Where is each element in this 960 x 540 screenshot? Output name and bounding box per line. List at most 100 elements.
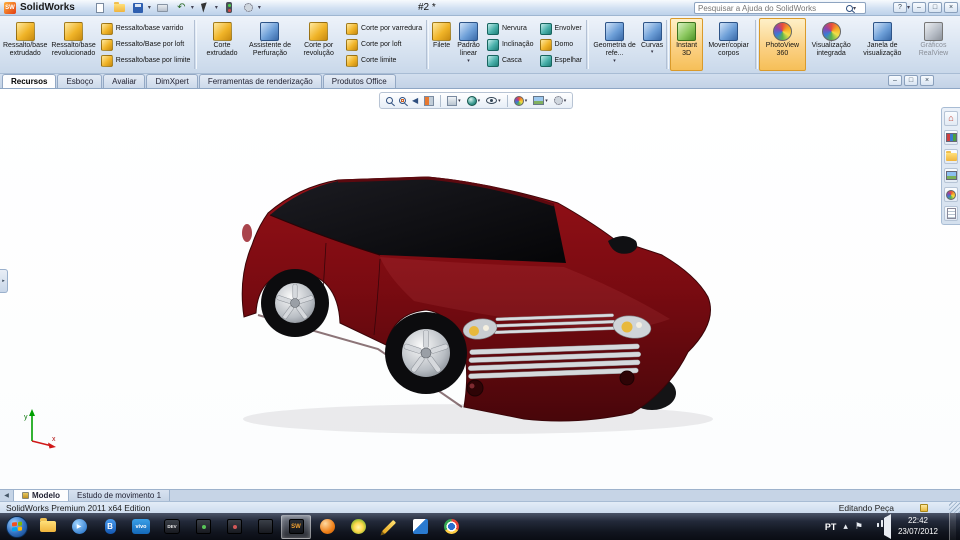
swept-cut-button[interactable]: Corte por varredura <box>343 21 425 36</box>
taskbar-pencil-app-button[interactable] <box>374 515 404 539</box>
taskbar-media-player-button[interactable]: ▶ <box>64 515 94 539</box>
taskbar-dev-button[interactable]: DEV <box>157 515 187 539</box>
appearances-scenes-tab[interactable] <box>944 187 958 202</box>
instant3d-button[interactable]: Instant 3D <box>670 18 704 71</box>
linear-pattern-button[interactable]: Padrão linear ▾ <box>453 18 484 71</box>
integrated-preview-button[interactable]: Visualização integrada <box>806 18 857 71</box>
search-icon[interactable] <box>846 4 853 12</box>
curves-button[interactable]: Curvas ▾ <box>639 18 665 71</box>
move-copy-bodies-button[interactable]: Mover/copiar corpos <box>703 18 754 71</box>
hide-show-items-button[interactable]: ▾ <box>484 96 503 105</box>
preview-window-button[interactable]: Janela de visualização <box>857 18 908 71</box>
taskbar-app-dark-1-button[interactable] <box>188 515 218 539</box>
resize-grip[interactable] <box>949 502 960 513</box>
new-document-button[interactable] <box>93 1 108 15</box>
swept-boss-button[interactable]: Ressalto/base varrido <box>98 21 194 36</box>
zoom-area-button[interactable] <box>397 96 408 105</box>
lofted-boss-button[interactable]: Ressalto/Base por loft <box>98 37 194 52</box>
restore-doc-button[interactable]: □ <box>904 75 918 86</box>
extruded-cut-button[interactable]: Corte extrudado <box>198 18 245 71</box>
draft-button[interactable]: Inclinação <box>484 37 537 52</box>
print-button[interactable] <box>155 1 170 15</box>
view-orientation-button[interactable]: ▾ <box>445 95 463 107</box>
view-palette-tab[interactable] <box>944 168 958 183</box>
design-library-tab[interactable] <box>944 130 958 145</box>
revolved-boss-button[interactable]: Ressalto/base revolucionado <box>49 18 97 71</box>
wrap-button[interactable]: Envolver <box>537 21 586 36</box>
taskbar-app-dark-2-button[interactable] <box>219 515 249 539</box>
rib-button[interactable]: Nervura <box>484 21 537 36</box>
minimize-doc-button[interactable]: – <box>888 75 902 86</box>
file-explorer-tab[interactable] <box>944 149 958 164</box>
taskbar-explorer-button[interactable] <box>33 515 63 539</box>
show-desktop-button[interactable] <box>949 513 956 540</box>
lofted-cut-button[interactable]: Corte por loft <box>343 37 425 52</box>
taskbar-vivo-button[interactable]: vivo <box>126 515 156 539</box>
rebuild-button[interactable] <box>222 1 237 15</box>
linear-pattern-caret-icon[interactable]: ▾ <box>467 58 470 64</box>
restore-app-button[interactable]: □ <box>928 2 942 13</box>
model-tab[interactable]: Modelo <box>14 490 69 501</box>
taskbar-orange-app-button[interactable] <box>312 515 342 539</box>
motion-study-tab[interactable]: Estudo de movimento 1 <box>69 490 171 501</box>
reference-geometry-button[interactable]: Geometria de refe... ▾ <box>590 18 639 71</box>
search-input[interactable] <box>698 3 844 13</box>
select-button[interactable] <box>198 1 213 15</box>
shell-button[interactable]: Casca <box>484 53 537 68</box>
boundary-cut-button[interactable]: Corte limite <box>343 53 425 68</box>
photoview360-button[interactable]: PhotoView 360 <box>759 18 806 71</box>
apply-scene-button[interactable]: ▾ <box>531 95 550 106</box>
action-center-flag-icon[interactable]: ⚑ <box>855 522 863 531</box>
taskbar-bluetooth-button[interactable]: B <box>95 515 125 539</box>
tab-ferramentas-renderizacao[interactable]: Ferramentas de renderização <box>198 74 322 88</box>
car-model-3d[interactable] <box>228 167 728 447</box>
section-view-button[interactable] <box>422 95 436 107</box>
taskbar-blue-white-app-button[interactable] <box>405 515 435 539</box>
undo-caret-icon[interactable]: ▾ <box>191 4 194 11</box>
status-note-icon[interactable] <box>920 503 928 512</box>
graphics-area[interactable]: ◀ ▾ ▾ ▾ ▾ ▾ ▾ y x ▸ ⌂ <box>0 89 960 489</box>
revolved-cut-button[interactable]: Corte por revolução <box>294 18 343 71</box>
open-button[interactable] <box>112 1 127 15</box>
tab-produtos-office[interactable]: Produtos Office <box>322 74 396 88</box>
undo-button[interactable]: ↶ <box>174 1 189 15</box>
curves-caret-icon[interactable]: ▾ <box>651 50 654 55</box>
close-app-button[interactable]: × <box>944 2 958 13</box>
tab-scroll-left-button[interactable]: ◀ <box>0 490 14 501</box>
taskbar-burner-app-button[interactable] <box>343 515 373 539</box>
display-style-button[interactable]: ▾ <box>465 95 483 107</box>
start-button[interactable] <box>6 515 28 538</box>
tab-avaliar[interactable]: Avaliar <box>103 74 146 88</box>
taskbar-solidworks-button[interactable]: SW <box>281 514 311 539</box>
mirror-button[interactable]: Espelhar <box>537 53 586 68</box>
previous-view-button[interactable]: ◀ <box>410 96 420 106</box>
edit-appearance-button[interactable]: ▾ <box>512 95 530 107</box>
reference-geometry-caret-icon[interactable]: ▾ <box>613 58 616 64</box>
options-button[interactable] <box>241 1 256 15</box>
extruded-boss-button[interactable]: Ressalto/base extrudado <box>1 18 49 71</box>
save-caret-icon[interactable]: ▾ <box>148 4 151 11</box>
minimize-app-button[interactable]: – <box>912 2 926 13</box>
options-caret-icon[interactable]: ▾ <box>258 4 261 11</box>
zoom-fit-button[interactable] <box>384 96 395 105</box>
custom-properties-tab[interactable] <box>944 206 958 221</box>
help-caret-icon[interactable]: ▾ <box>907 4 910 11</box>
solidworks-resources-tab[interactable]: ⌂ <box>944 111 958 126</box>
view-settings-button[interactable]: ▾ <box>552 95 569 106</box>
featuremanager-flyout-tab[interactable]: ▸ <box>0 269 8 293</box>
language-indicator[interactable]: PT <box>825 522 837 532</box>
close-doc-button[interactable]: × <box>920 75 934 86</box>
fillet-button[interactable]: Filete <box>430 18 453 71</box>
dome-button[interactable]: Domo <box>537 37 586 52</box>
hole-wizard-button[interactable]: Assistente de Perfuração <box>246 18 295 71</box>
help-button[interactable]: ? <box>892 2 907 13</box>
save-button[interactable] <box>131 1 146 15</box>
tab-recursos[interactable]: Recursos <box>2 74 57 88</box>
tab-dimxpert[interactable]: DimXpert <box>146 74 198 88</box>
boundary-boss-button[interactable]: Ressalto/base por limite <box>98 53 194 68</box>
hidden-icons-button[interactable]: ▴ <box>843 522 848 531</box>
taskbar-clock[interactable]: 22:42 23/07/2012 <box>898 516 938 537</box>
taskbar-app-dark-3-button[interactable] <box>250 515 280 539</box>
tab-esboco[interactable]: Esboço <box>57 74 103 88</box>
taskbar-chrome-button[interactable] <box>436 515 466 539</box>
